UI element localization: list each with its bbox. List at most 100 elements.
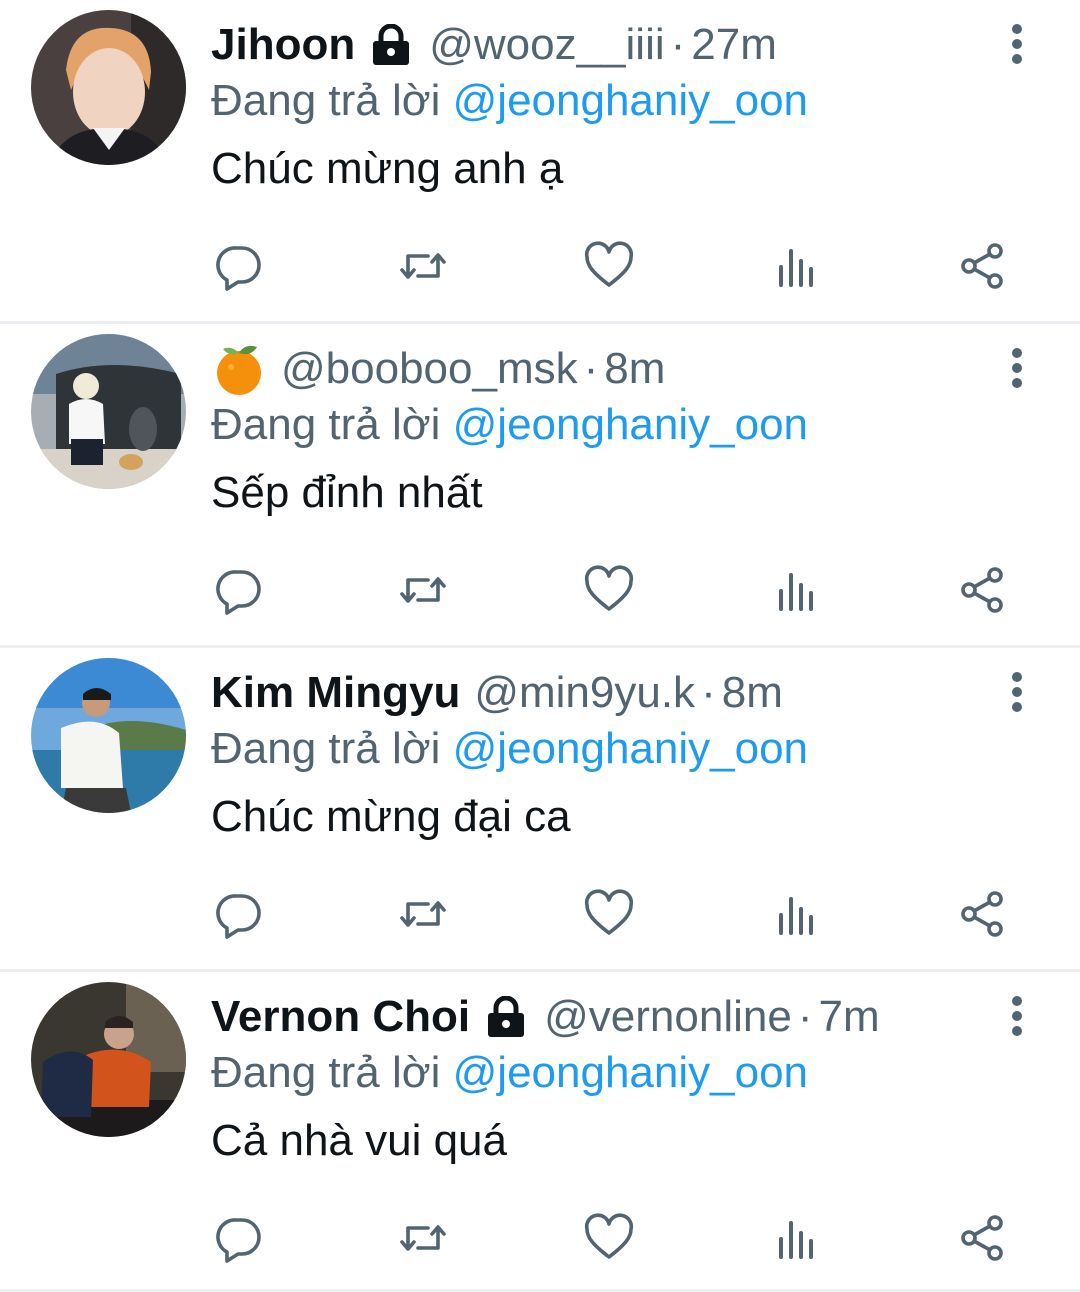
separator-dot: ·: [797, 992, 813, 1041]
views-icon: [779, 1221, 813, 1259]
reply-tweet[interactable]: Jihoon @wooz__iiii · 27m Đang trả lời @j…: [0, 0, 1080, 324]
heart-icon: [584, 565, 634, 611]
share-button[interactable]: [954, 562, 1010, 618]
more-vertical-icon: [1012, 672, 1022, 682]
replying-to-label: Đang trả lời: [211, 76, 441, 125]
views-button[interactable]: [768, 238, 824, 294]
timestamp[interactable]: 27m: [691, 20, 777, 70]
reply-feed: Jihoon @wooz__iiii · 27m Đang trả lời @j…: [0, 0, 1080, 1292]
more-options-button[interactable]: [1000, 670, 1034, 714]
reply-icon: [216, 1218, 261, 1263]
tweet-header: Kim Mingyu @min9yu.k · 8m: [211, 666, 970, 720]
replying-to: Đang trả lời @jeonghaniy_oon: [211, 400, 970, 450]
tweet-text: Cả nhà vui quá: [211, 1116, 507, 1165]
reply-button[interactable]: [211, 1210, 267, 1266]
tweet-content: @booboo_msk · 8m Đang trả lời @jeonghani…: [211, 342, 970, 518]
user-handle[interactable]: @vernonline: [544, 992, 792, 1042]
display-name[interactable]: Kim Mingyu: [211, 668, 460, 718]
retweet-icon: [400, 577, 446, 603]
reply-icon: [216, 570, 261, 615]
more-options-button[interactable]: [1000, 994, 1034, 1038]
action-bar: [211, 886, 1011, 942]
retweet-button[interactable]: [395, 886, 451, 942]
separator-dot: ·: [701, 668, 716, 717]
retweet-button[interactable]: [395, 562, 451, 618]
reply-button[interactable]: [211, 562, 267, 618]
action-bar: [211, 1210, 1011, 1266]
views-button[interactable]: [768, 562, 824, 618]
retweet-button[interactable]: [395, 238, 451, 294]
replying-to: Đang trả lời @jeonghaniy_oon: [211, 76, 970, 126]
timestamp[interactable]: 8m: [722, 668, 783, 718]
user-handle[interactable]: @min9yu.k: [474, 668, 695, 718]
timestamp[interactable]: 8m: [604, 344, 665, 394]
replying-to: Đang trả lời @jeonghaniy_oon: [211, 724, 970, 774]
views-button[interactable]: [768, 886, 824, 942]
retweet-icon: [400, 253, 446, 279]
heart-icon: [584, 1213, 634, 1259]
heart-icon: [584, 241, 634, 287]
tweet-text: Chúc mừng anh ạ: [211, 144, 564, 193]
views-icon: [779, 249, 813, 287]
more-vertical-icon: [1012, 348, 1022, 358]
views-button[interactable]: [768, 1210, 824, 1266]
display-name[interactable]: Vernon Choi: [211, 992, 470, 1042]
separator-dot: ·: [583, 344, 599, 393]
reply-tweet[interactable]: Vernon Choi @vernonline · 7m Đang trả lờ…: [0, 972, 1080, 1292]
user-handle[interactable]: @wooz__iiii: [429, 20, 664, 70]
separator-dot: ·: [670, 20, 686, 69]
avatar[interactable]: [31, 982, 186, 1137]
like-button[interactable]: [581, 238, 637, 294]
reply-to-handle[interactable]: @jeonghaniy_oon: [453, 76, 808, 125]
share-button[interactable]: [954, 1210, 1010, 1266]
action-bar: [211, 238, 1011, 294]
retweet-icon: [400, 1225, 446, 1251]
tweet-header: Vernon Choi @vernonline · 7m: [211, 990, 970, 1044]
tweet-header: @booboo_msk · 8m: [211, 342, 970, 396]
reply-icon: [216, 894, 261, 939]
replying-to: Đang trả lời @jeonghaniy_oon: [211, 1048, 970, 1098]
reply-button[interactable]: [211, 886, 267, 942]
heart-icon: [584, 889, 634, 935]
like-button[interactable]: [581, 1210, 637, 1266]
avatar[interactable]: [31, 334, 186, 489]
reply-to-handle[interactable]: @jeonghaniy_oon: [453, 1048, 808, 1097]
tweet-text: Chúc mừng đại ca: [211, 792, 571, 841]
timestamp[interactable]: 7m: [818, 992, 879, 1042]
reply-tweet[interactable]: @booboo_msk · 8m Đang trả lời @jeonghani…: [0, 324, 1080, 648]
reply-tweet[interactable]: Kim Mingyu @min9yu.k · 8m Đang trả lời @…: [0, 648, 1080, 972]
more-vertical-icon: [1012, 24, 1022, 34]
share-icon: [961, 567, 1003, 613]
tweet-content: Vernon Choi @vernonline · 7m Đang trả lờ…: [211, 990, 970, 1166]
retweet-button[interactable]: [395, 1210, 451, 1266]
share-button[interactable]: [954, 886, 1010, 942]
like-button[interactable]: [581, 886, 637, 942]
tweet-text: Sếp đỉnh nhất: [211, 468, 483, 517]
user-handle[interactable]: @booboo_msk: [281, 344, 578, 394]
avatar[interactable]: [31, 10, 186, 165]
tweet-content: Jihoon @wooz__iiii · 27m Đang trả lời @j…: [211, 18, 970, 194]
share-icon: [961, 1215, 1003, 1261]
more-options-button[interactable]: [1000, 22, 1034, 66]
replying-to-label: Đang trả lời: [211, 1048, 441, 1097]
replying-to-label: Đang trả lời: [211, 724, 441, 773]
lock-icon: [367, 23, 415, 66]
more-vertical-icon: [1012, 996, 1022, 1006]
tweet-content: Kim Mingyu @min9yu.k · 8m Đang trả lời @…: [211, 666, 970, 842]
replying-to-label: Đang trả lời: [211, 400, 441, 449]
views-icon: [779, 573, 813, 611]
share-button[interactable]: [954, 238, 1010, 294]
display-name[interactable]: Jihoon: [211, 20, 355, 70]
reply-to-handle[interactable]: @jeonghaniy_oon: [453, 400, 808, 449]
like-button[interactable]: [581, 562, 637, 618]
reply-button[interactable]: [211, 238, 267, 294]
tweet-header: Jihoon @wooz__iiii · 27m: [211, 18, 970, 72]
lock-icon: [482, 995, 530, 1038]
share-icon: [961, 243, 1003, 289]
reply-to-handle[interactable]: @jeonghaniy_oon: [453, 724, 808, 773]
tangerine-emoji-icon: [211, 341, 267, 397]
action-bar: [211, 562, 1011, 618]
avatar[interactable]: [31, 658, 186, 813]
reply-icon: [216, 246, 261, 291]
more-options-button[interactable]: [1000, 346, 1034, 390]
